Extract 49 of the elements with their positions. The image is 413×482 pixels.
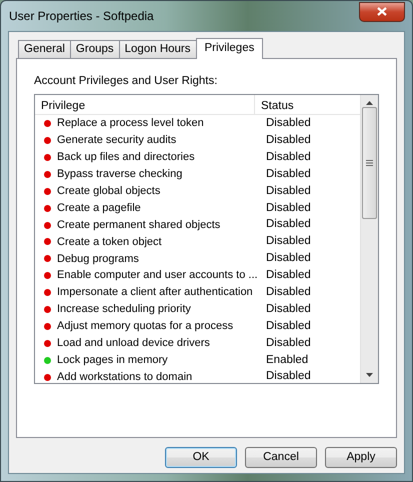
scroll-thumb[interactable]: [362, 107, 377, 220]
privilege-status: Disabled: [265, 217, 311, 232]
privilege-status: Disabled: [265, 302, 311, 317]
privilege-name: Adjust memory quotas for a process: [57, 319, 234, 334]
privilege-name: Increase scheduling priority: [57, 302, 192, 318]
privilege-status: Disabled: [265, 116, 311, 132]
close-icon: [377, 7, 387, 16]
privilege-status: Disabled: [265, 166, 311, 182]
scroll-down-icon[interactable]: [366, 373, 373, 378]
privilege-name: Replace a process level token: [57, 116, 205, 132]
privilege-name: Load and unload device drivers: [57, 336, 211, 352]
privilege-status: Disabled: [265, 200, 311, 216]
privilege-name: Create a token object: [57, 234, 163, 250]
privilege-name: Create permanent shared objects: [57, 218, 222, 233]
privilege-status: Disabled: [265, 336, 311, 351]
close-button[interactable]: [359, 2, 405, 22]
privilege-status: Disabled: [265, 132, 311, 148]
column-header[interactable]: Privilege: [35, 95, 255, 114]
privilege-name: Create a pagefile: [57, 200, 142, 216]
privilege-name: Generate security audits: [57, 133, 178, 148]
privilege-status: Disabled: [265, 234, 311, 250]
privilege-status: Disabled: [265, 150, 311, 165]
grip-icon: [366, 160, 373, 166]
privilege-status: Disabled: [265, 184, 311, 199]
privilege-status: Disabled: [265, 318, 311, 334]
privilege-status: Disabled: [265, 268, 311, 284]
privilege-status: Disabled: [265, 369, 311, 384]
dialog-button[interactable]: OK: [165, 447, 237, 468]
privilege-name: Debug programs: [57, 252, 140, 267]
dialog-button[interactable]: Apply: [325, 447, 397, 468]
window-title: User Properties - Softpedia: [8, 8, 154, 25]
section-label: Account Privileges and User Rights:: [34, 74, 218, 89]
privilege-name: Bypass traverse checking: [57, 167, 184, 182]
dialog-button[interactable]: Cancel: [245, 447, 317, 468]
privilege-name: Lock pages in memory: [57, 352, 169, 368]
tab[interactable]: Logon Hours: [118, 40, 196, 58]
privilege-name: Create global objects: [57, 184, 162, 199]
tab[interactable]: General: [18, 40, 71, 58]
privilege-name: Impersonate a client after authentication: [57, 285, 254, 300]
privilege-name: Add workstations to domain: [57, 370, 194, 384]
tab[interactable]: Groups: [70, 40, 120, 58]
scrollbar[interactable]: [360, 95, 378, 384]
privilege-status: Disabled: [265, 251, 311, 266]
tab[interactable]: Privileges: [196, 38, 264, 59]
privilege-name: Back up files and directories: [57, 150, 196, 166]
privilege-name: Enable computer and user accounts to ...: [57, 268, 259, 284]
privilege-status: Enabled: [265, 352, 308, 368]
privilege-status: Disabled: [265, 284, 311, 300]
column-header[interactable]: Status: [255, 95, 360, 114]
